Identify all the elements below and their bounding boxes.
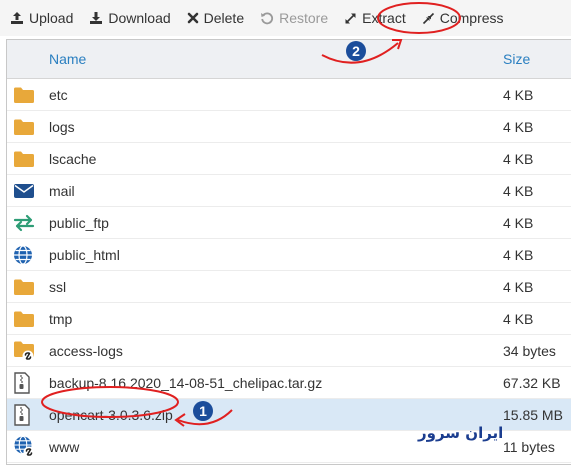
expand-arrows-icon (345, 12, 356, 24)
file-size: 4 KB (503, 246, 534, 263)
file-size: 4 KB (503, 214, 534, 231)
file-size: 67.32 KB (503, 374, 561, 391)
name-column-header[interactable]: Name (49, 51, 503, 67)
folder-link-icon (13, 339, 41, 363)
restore-label: Restore (279, 10, 329, 26)
table-row[interactable]: lscache 4 KB (7, 143, 571, 175)
file-size: 4 KB (503, 150, 534, 167)
file-name: opencart-3.0.3.6.zip (49, 406, 173, 423)
folder-icon (13, 147, 41, 171)
delete-button[interactable]: Delete (179, 0, 252, 36)
upload-label: Upload (29, 10, 74, 26)
size-column-header[interactable]: Size (503, 51, 530, 67)
file-size: 15.85 MB (503, 406, 563, 423)
file-size: 4 KB (503, 118, 534, 135)
table-row[interactable]: backup-8.16.2020_14-08-51_chelipac.tar.g… (7, 367, 571, 399)
table-header: Name Size (7, 40, 571, 79)
file-size: 4 KB (503, 182, 534, 199)
file-size: 4 KB (503, 310, 534, 327)
file-name: etc (49, 86, 68, 103)
compress-label: Compress (439, 10, 504, 26)
folder-icon (13, 115, 41, 139)
table-row[interactable]: public_ftp 4 KB (7, 207, 571, 239)
upload-icon (11, 12, 23, 24)
upload-button[interactable]: Upload (0, 0, 81, 36)
globe-link-icon (13, 435, 41, 459)
ftp-folder-icon (13, 211, 41, 235)
file-name: backup-8.16.2020_14-08-51_chelipac.tar.g… (49, 374, 323, 391)
file-size: 34 bytes (503, 342, 556, 359)
file-name: lscache (49, 150, 97, 167)
table-row[interactable]: etc 4 KB (7, 79, 571, 111)
file-name: tmp (49, 310, 73, 327)
folder-icon (13, 275, 41, 299)
file-name: public_ftp (49, 214, 109, 231)
table-row[interactable]: tmp 4 KB (7, 303, 571, 335)
close-icon (187, 12, 198, 24)
archive-file-icon (13, 371, 41, 395)
table-row[interactable]: mail 4 KB (7, 175, 571, 207)
file-manager-toolbar: Upload Download Delete Restore Extract C… (0, 0, 571, 36)
file-name: ssl (49, 278, 67, 295)
extract-button[interactable]: Extract (336, 0, 414, 36)
table-row[interactable]: access-logs 34 bytes (7, 335, 571, 367)
restore-icon (261, 12, 274, 25)
file-name: public_html (49, 246, 120, 263)
step-badge-1: 1 (193, 401, 213, 421)
file-name: logs (49, 118, 75, 135)
folder-icon (13, 307, 41, 331)
table-row[interactable]: public_html 4 KB (7, 239, 571, 271)
table-row[interactable]: logs 4 KB (7, 111, 571, 143)
compress-button[interactable]: Compress (414, 0, 512, 36)
restore-button[interactable]: Restore (252, 0, 336, 36)
file-list-table: Name Size etc 4 KB logs 4 KB lscache 4 K… (6, 39, 571, 465)
extract-label: Extract (362, 10, 406, 26)
delete-label: Delete (203, 10, 245, 26)
file-size: 11 bytes (503, 438, 555, 455)
download-icon (90, 12, 103, 24)
watermark-logo: ایران سرور (418, 424, 504, 442)
folder-icon (13, 83, 41, 107)
step-badge-2: 2 (346, 41, 366, 61)
mail-folder-icon (13, 179, 41, 203)
table-row[interactable]: ssl 4 KB (7, 271, 571, 303)
download-button[interactable]: Download (81, 0, 178, 36)
download-label: Download (108, 10, 171, 26)
file-size: 4 KB (503, 86, 534, 103)
archive-file-icon (13, 403, 41, 427)
compress-arrows-icon (422, 12, 434, 24)
globe-icon (13, 243, 41, 267)
file-name: mail (49, 182, 75, 199)
file-size: 4 KB (503, 278, 534, 295)
file-name: access-logs (49, 342, 123, 359)
